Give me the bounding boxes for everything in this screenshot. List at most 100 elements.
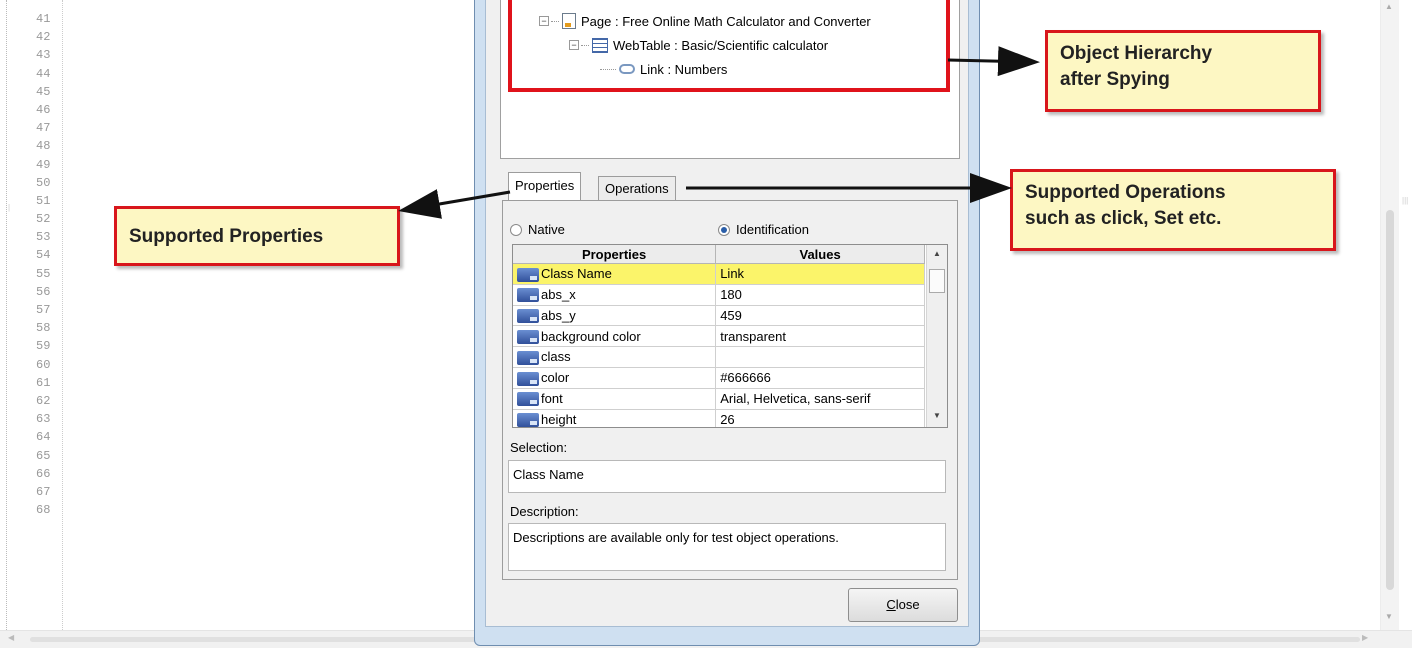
description-field[interactable]: Descriptions are available only for test… <box>508 523 946 571</box>
line-number: 44 <box>36 66 51 81</box>
native-radio[interactable]: Native <box>510 222 565 237</box>
property-value-cell: #666666 <box>715 367 925 389</box>
tab-operations[interactable]: Operations <box>598 176 676 200</box>
property-name: background color <box>541 328 641 344</box>
native-radio-button[interactable] <box>510 223 522 236</box>
line-number: 64 <box>36 430 51 445</box>
line-number: 50 <box>36 175 51 190</box>
scroll-up-icon[interactable]: ▲ <box>1385 2 1393 11</box>
line-number: 59 <box>36 339 51 354</box>
line-number: 51 <box>36 193 51 208</box>
right-splitter-grip[interactable]: ||| <box>1402 196 1408 205</box>
property-name-cell: background color <box>513 325 717 348</box>
callout-operations-line2: such as click, Set etc. <box>1025 208 1222 229</box>
property-value-cell: Arial, Helvetica, sans-serif <box>715 388 925 410</box>
editor-vertical-scrollbar[interactable]: ▲ ▼ <box>1380 0 1399 632</box>
callout-properties-text: Supported Properties <box>129 226 324 247</box>
property-value-cell: 180 <box>715 284 925 306</box>
scroll-right-icon[interactable]: ▶ <box>1362 633 1368 642</box>
property-name: class <box>541 349 571 365</box>
line-number: 46 <box>36 102 51 117</box>
identification-radio-label: Identification <box>736 222 809 237</box>
properties-grid[interactable]: Properties Values Class Name Link abs_x 180… <box>512 244 948 428</box>
grid-scroll-down-icon[interactable]: ▼ <box>933 411 941 420</box>
selection-label: Selection: <box>510 440 568 455</box>
line-number: 67 <box>36 484 51 499</box>
table-row[interactable]: color #666666 <box>513 367 925 389</box>
property-icon <box>517 350 539 365</box>
line-number: 63 <box>36 412 51 427</box>
hierarchy-highlight-box <box>508 0 950 92</box>
line-number: 62 <box>36 393 51 408</box>
line-number: 60 <box>36 357 51 372</box>
property-icon <box>517 309 539 324</box>
property-name-cell: Class Name <box>513 263 717 285</box>
callout-hierarchy-line2: after Spying <box>1060 69 1170 90</box>
property-icon <box>517 392 539 407</box>
gutter-left-line <box>6 0 8 630</box>
column-header-properties[interactable]: Properties <box>513 245 717 264</box>
selection-field[interactable]: Class Name <box>508 460 946 493</box>
property-icon <box>517 267 539 282</box>
table-row[interactable]: Class Name Link <box>513 263 925 285</box>
description-label: Description: <box>510 504 579 519</box>
property-name: font <box>541 390 563 406</box>
line-number: 66 <box>36 466 51 481</box>
grid-scrollbar[interactable]: ▲ ▼ <box>926 245 947 427</box>
callout-supported-properties: Supported Properties <box>114 206 400 266</box>
line-number: 54 <box>36 248 51 263</box>
property-name-cell: abs_x <box>513 284 717 306</box>
property-value-cell: transparent <box>715 325 925 348</box>
line-number: 61 <box>36 375 51 390</box>
line-number: 53 <box>36 230 51 245</box>
property-name: abs_y <box>541 307 576 323</box>
property-icon <box>517 413 539 427</box>
line-number: 43 <box>36 48 51 63</box>
table-row[interactable]: class <box>513 346 925 368</box>
property-value-cell: Link <box>715 263 925 285</box>
table-row[interactable]: font Arial, Helvetica, sans-serif <box>513 388 925 410</box>
property-name-cell: font <box>513 388 717 410</box>
editor-gutter <box>0 0 64 647</box>
left-splitter-grip[interactable]: | <box>8 203 10 212</box>
line-number: 52 <box>36 212 51 227</box>
table-row[interactable]: height 26 <box>513 409 925 427</box>
property-name-cell: height <box>513 409 717 427</box>
table-row[interactable]: abs_y 459 <box>513 305 925 327</box>
line-number: 42 <box>36 30 51 45</box>
scrollbar-thumb[interactable] <box>1386 210 1394 590</box>
line-number: 47 <box>36 121 51 136</box>
property-name: height <box>541 411 577 427</box>
line-number: 41 <box>36 12 51 26</box>
property-icon <box>517 288 539 303</box>
column-header-values[interactable]: Values <box>715 245 925 264</box>
table-row[interactable]: abs_x 180 <box>513 284 925 306</box>
line-number: 68 <box>36 503 51 518</box>
gutter-separator <box>62 0 64 630</box>
grid-scrollbar-thumb[interactable] <box>929 269 945 293</box>
property-value-cell: 26 <box>715 409 925 427</box>
callout-hierarchy-line1: Object Hierarchy <box>1060 43 1213 64</box>
grid-scroll-up-icon[interactable]: ▲ <box>933 249 941 258</box>
identification-radio[interactable]: Identification <box>718 222 809 237</box>
table-row[interactable]: background color transparent <box>513 325 925 348</box>
line-number: 49 <box>36 157 51 172</box>
property-name: Class Name <box>541 266 612 282</box>
close-accesskey: C <box>886 597 896 612</box>
property-value-cell: 459 <box>715 305 925 327</box>
property-name: abs_x <box>541 286 576 302</box>
line-number: 56 <box>36 284 51 299</box>
identification-radio-button[interactable] <box>718 223 730 236</box>
tab-properties[interactable]: Properties <box>508 172 582 200</box>
property-name-cell: color <box>513 367 717 389</box>
line-number: 65 <box>36 448 51 463</box>
property-name-cell: class <box>513 346 717 368</box>
property-icon <box>517 371 539 386</box>
property-value-cell <box>715 346 925 368</box>
scroll-left-icon[interactable]: ◀ <box>8 633 14 642</box>
scroll-down-icon[interactable]: ▼ <box>1385 612 1393 621</box>
line-number: 55 <box>36 266 51 281</box>
callout-supported-operations: Supported Operations such as click, Set … <box>1010 169 1336 251</box>
line-number: 57 <box>36 303 51 317</box>
close-button[interactable]: Close <box>848 588 958 622</box>
